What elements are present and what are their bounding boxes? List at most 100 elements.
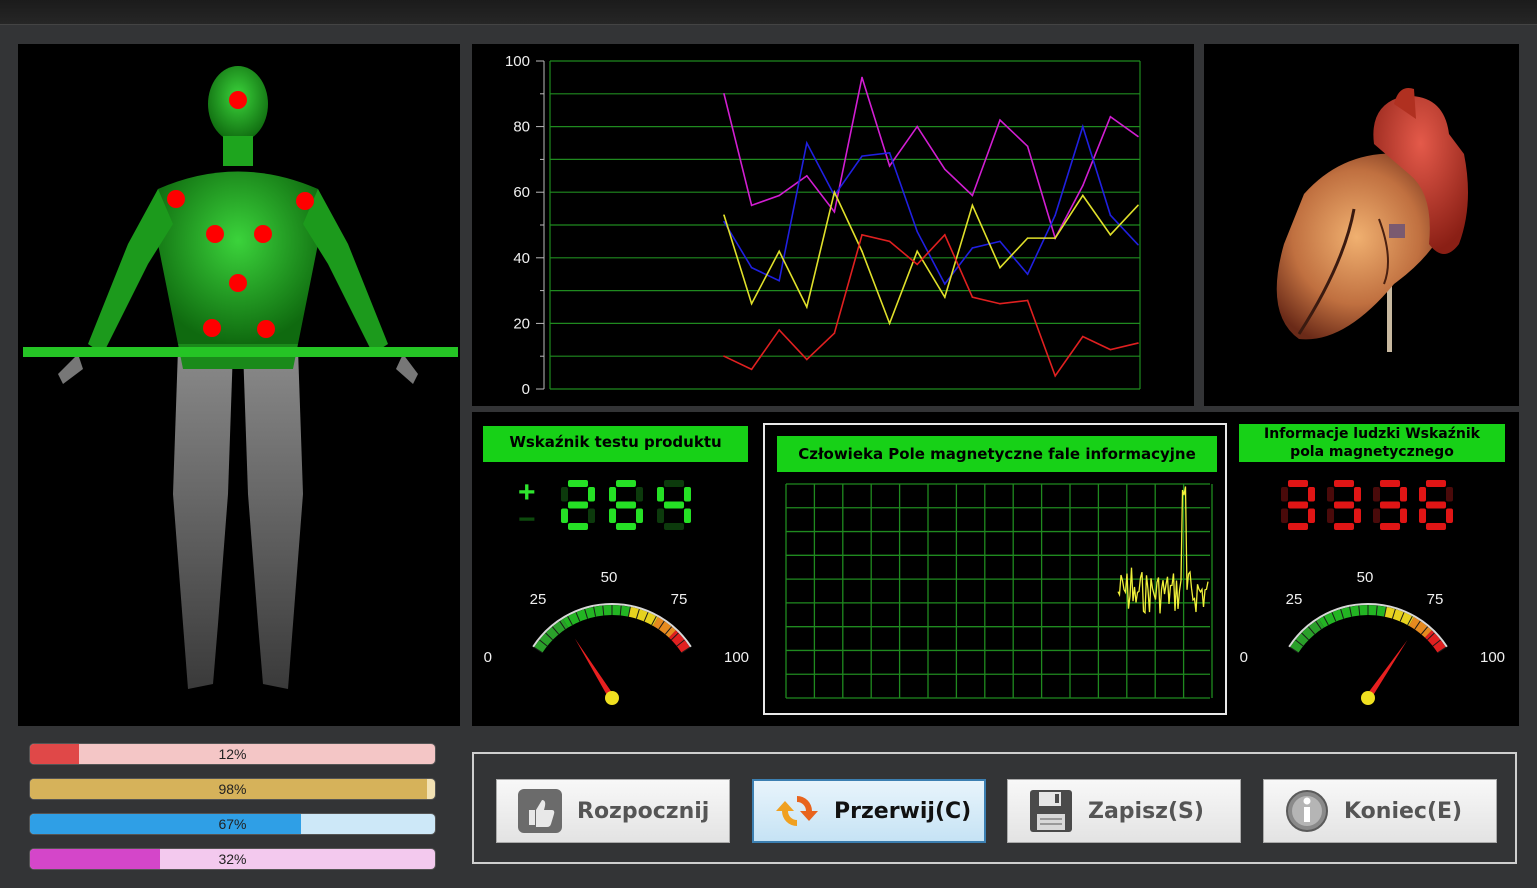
data-point <box>833 211 836 213</box>
floppy-disk-icon <box>1028 788 1074 834</box>
data-point <box>916 263 918 266</box>
data-point <box>833 191 836 193</box>
seven-segment-digit <box>1281 480 1315 530</box>
seven-segment-digit <box>561 480 595 530</box>
field-gauge: 0 25 50 75 100 <box>1240 569 1505 705</box>
data-point <box>944 234 946 236</box>
line-chart: 0 20 40 60 80 100 <box>505 53 1141 398</box>
data-point <box>806 358 808 361</box>
data-point <box>861 234 863 236</box>
y-tick-label: 20 <box>513 315 530 332</box>
data-point <box>888 240 891 243</box>
data-point <box>971 247 974 249</box>
gauge-needle <box>574 638 615 700</box>
data-point <box>1137 243 1139 246</box>
data-point <box>1109 348 1112 351</box>
data-point <box>723 355 725 358</box>
wave-title: Człowieka Pole magnetyczne fale informac… <box>777 436 1217 472</box>
gauge-needle <box>1365 640 1408 700</box>
progress-bar: 67% <box>30 814 435 834</box>
data-point <box>944 283 946 285</box>
data-point <box>999 302 1001 305</box>
seven-segment-digit <box>1327 480 1361 530</box>
gauge-label: 0 <box>1240 649 1248 666</box>
product-gauge: 0 25 50 75 100 <box>484 569 749 705</box>
progress-label: 12% <box>218 746 247 762</box>
progress-bar: 12% <box>30 744 435 764</box>
progress-label: 32% <box>218 851 247 867</box>
data-point <box>999 119 1001 121</box>
y-tick-label: 40 <box>513 250 530 267</box>
data-point <box>944 296 946 298</box>
data-point <box>1082 194 1084 197</box>
data-point <box>1137 135 1139 138</box>
data-point <box>806 306 808 308</box>
gauge-hub <box>1361 691 1375 705</box>
data-point <box>1026 299 1029 302</box>
data-point <box>750 266 753 269</box>
data-point <box>723 93 725 95</box>
progress-label: 67% <box>218 816 247 832</box>
field-info-title: Informacje ludzki Wskaźnik pola magnetyc… <box>1239 424 1505 462</box>
gauge-label: 50 <box>601 569 618 586</box>
data-point <box>1026 237 1029 239</box>
heart-image-panel <box>1204 44 1519 406</box>
scan-line <box>23 347 458 357</box>
data-point <box>999 266 1001 269</box>
data-point <box>1054 214 1056 216</box>
y-tick-label: 100 <box>505 53 530 70</box>
progress-label: 98% <box>218 781 247 797</box>
data-point <box>916 230 918 233</box>
data-point <box>806 142 808 144</box>
gauge-label: 25 <box>530 591 547 608</box>
wave-trace <box>1117 486 1209 615</box>
interrupt-button[interactable]: Przerwij(C) <box>752 779 986 843</box>
field-digital-readout <box>1281 480 1453 530</box>
gauge-label: 50 <box>1357 569 1374 586</box>
data-point <box>888 165 891 167</box>
data-point <box>778 279 780 282</box>
data-point <box>1109 115 1112 118</box>
data-point <box>750 204 753 207</box>
seven-segment-digit <box>657 480 691 530</box>
y-tick-label: 0 <box>522 381 530 398</box>
start-button[interactable]: Rozpocznij <box>496 779 730 843</box>
button-bar: Rozpocznij Przerwij(C) Zapisz(S) Koniec(… <box>472 752 1517 864</box>
data-point <box>1082 335 1084 338</box>
data-point <box>750 302 753 305</box>
interrupt-button-label: Przerwij(C) <box>834 798 972 824</box>
product-test-title: Wskaźnik testu produktu <box>483 426 748 462</box>
series-line <box>723 233 1139 378</box>
data-point <box>861 250 863 253</box>
field-info-title-line1: Informacje ludzki Wskaźnik <box>1264 426 1480 442</box>
data-point <box>1137 204 1139 207</box>
data-point <box>1026 273 1029 275</box>
gauge-label: 75 <box>671 591 688 608</box>
start-button-label: Rozpocznij <box>577 798 710 824</box>
data-point <box>723 214 725 216</box>
line-chart-panel: 0 20 40 60 80 100 <box>472 44 1194 406</box>
magnetic-wave-chart <box>785 483 1213 699</box>
data-point <box>1109 214 1112 216</box>
data-point <box>971 204 974 207</box>
seven-segment-digit <box>609 480 643 530</box>
data-point <box>723 220 725 223</box>
data-point <box>916 125 918 128</box>
data-point <box>888 322 891 325</box>
data-point <box>971 296 974 298</box>
data-point <box>1054 237 1056 239</box>
save-button-label: Zapisz(S) <box>1088 798 1204 824</box>
heart-model-image <box>1276 88 1468 352</box>
progress-bar: 32% <box>30 849 435 869</box>
body-scan-panel <box>18 44 460 726</box>
save-button[interactable]: Zapisz(S) <box>1007 779 1241 843</box>
gauge-arc <box>534 619 569 653</box>
progress-bar: 98% <box>30 779 435 799</box>
data-point <box>861 76 863 79</box>
exit-button[interactable]: Koniec(E) <box>1263 779 1497 843</box>
refresh-icon <box>774 788 820 834</box>
data-point <box>778 194 780 197</box>
data-point <box>888 152 891 154</box>
field-info-title-line2: pola magnetycznego <box>1290 444 1454 460</box>
data-point <box>944 168 946 171</box>
